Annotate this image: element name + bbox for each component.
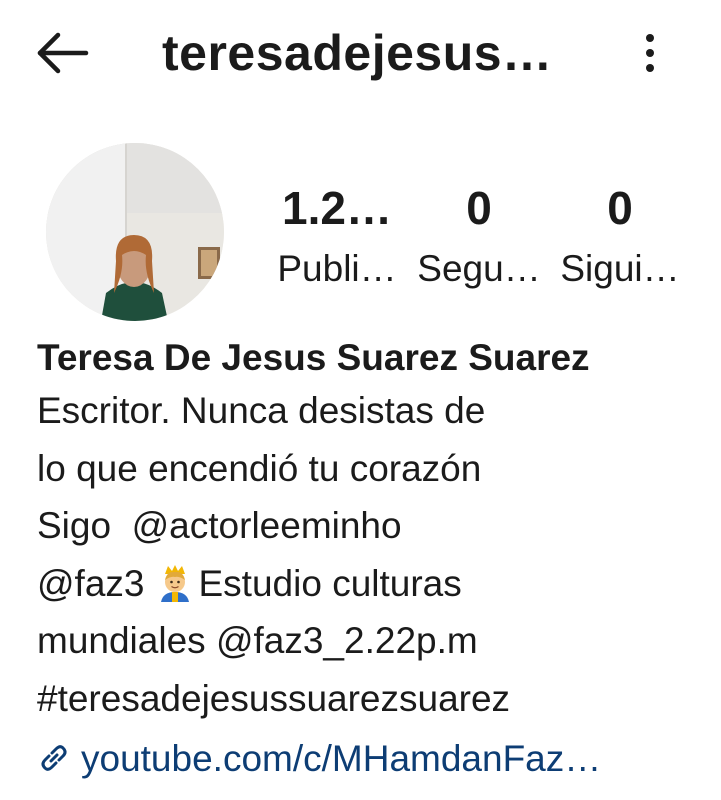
bio-line: lo que encendió tu corazón [37,447,482,489]
posts-count[interactable]: 1.2… Publi… [270,183,404,291]
followers-value: 0 [466,182,492,234]
profile-avatar[interactable] [46,143,224,321]
mention-link[interactable]: @actorleeminho [132,505,402,546]
mention-link[interactable]: @faz3_2.22p.m [216,620,478,661]
website-link[interactable]: youtube.com/c/MHamdanFaz… [37,730,601,788]
followers-label: Segu… [417,248,541,289]
mention-link[interactable]: @faz3 [37,563,145,604]
following-value: 0 [607,182,633,234]
top-app-bar: teresadejesus… [0,0,721,110]
posts-value: 1.2… [282,182,392,234]
prince-emoji [155,561,195,602]
back-button[interactable] [34,30,90,76]
website-url: youtube.com/c/MHamdanFaz… [81,738,602,779]
arrow-left-icon [37,32,89,74]
more-vertical-icon [646,34,654,72]
bio-line: @faz3 Estudio culturas [37,555,707,613]
profile-username: teresadejesus… [162,25,553,81]
profile-full-name: Teresa De Jesus Suarez Suarez [37,337,590,378]
followers-count[interactable]: 0 Segu… [412,183,546,291]
more-options-button[interactable] [636,30,664,76]
following-label: Sigui… [560,248,680,289]
hashtag-link[interactable]: #teresadejesussuarezsuarez [37,670,707,728]
bio-line: Escritor. Nunca desistas de [37,390,486,431]
link-icon [37,734,71,771]
bio-line: Sigo @actorleeminho [37,497,707,555]
posts-label: Publi… [277,248,397,289]
bio-text: mundiales [37,620,216,661]
profile-photo [46,143,224,321]
profile-bio: Teresa De Jesus Suarez Suarez Escritor. … [37,334,707,727]
bio-text: Estudio culturas [198,562,462,604]
following-count[interactable]: 0 Sigui… [553,183,687,291]
bio-text: Sigo [37,505,132,546]
bio-line: mundiales @faz3_2.22p.m [37,612,707,670]
